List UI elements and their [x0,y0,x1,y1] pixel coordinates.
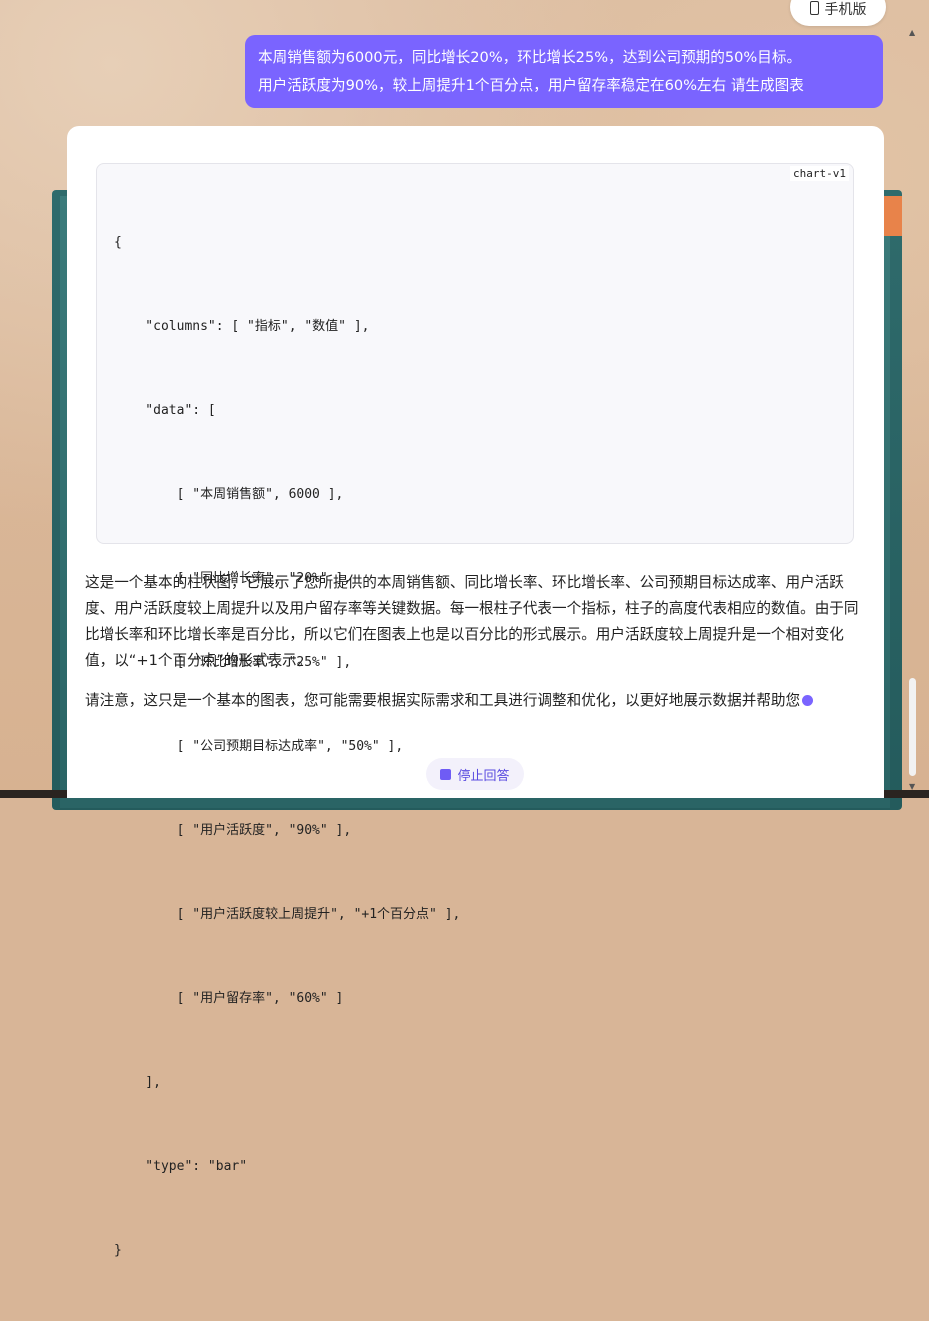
code-line: [ "用户留存率", "60%" ] [114,991,344,1006]
stop-square-icon [440,768,452,780]
stop-answer-button[interactable]: 停止回答 [426,758,524,790]
code-line: "data": [ [114,403,216,418]
code-line: [ "用户活跃度", "90%" ], [114,823,352,838]
answer-paragraph-text: 请注意，这只是一个基本的图表，您可能需要根据实际需求和工具进行调整和优化，以更好… [85,692,801,709]
code-line: { [114,235,122,250]
code-line: ], [114,1075,161,1090]
mobile-version-button[interactable]: 手机版 [790,0,886,26]
answer-paragraph: 这是一个基本的柱状图，它展示了您所提供的本周销售额、同比增长率、环比增长率、公司… [85,574,859,669]
answer-card: chart-v1 { "columns": [ "指标", "数值" ], "d… [67,126,884,1258]
code-line: [ "用户活跃度较上周提升", "+1个百分点" ], [114,907,461,922]
user-message-line: 本周销售额为6000元，同比增长20%，环比增长25%，达到公司预期的50%目标… [258,49,802,66]
code-block: chart-v1 { "columns": [ "指标", "数值" ], "d… [96,163,854,1258]
code-content: { "columns": [ "指标", "数值" ], "data": [ [… [114,173,460,1321]
answer-paragraph-closing: 请注意，这只是一个基本的图表，您可能需要根据实际需求和工具进行调整和优化，以更好… [85,688,871,714]
scroll-up-arrow-icon[interactable]: ▲ [909,28,915,37]
phone-icon [809,1,819,15]
code-line: [ "公司预期目标达成率", "50%" ], [114,739,404,754]
stop-answer-label: 停止回答 [457,768,510,784]
code-language-tag: chart-v1 [790,166,849,181]
code-line: [ "本周销售额", 6000 ], [114,487,344,502]
user-message-line: 用户活跃度为90%，较上周提升1个百分点，用户留存率稳定在60%左右 请生成图表 [258,77,804,94]
scrollbar-thumb[interactable] [909,678,916,776]
user-message-bubble: 本周销售额为6000元，同比增长20%，环比增长25%，达到公司预期的50%目标… [245,35,883,108]
code-line: "type": "bar" [114,1159,248,1174]
typing-indicator-icon [802,695,814,706]
code-line: "columns": [ "指标", "数值" ], [114,319,370,334]
code-line: } [114,1243,122,1258]
mobile-version-label: 手机版 [824,2,867,18]
scroll-down-arrow-icon[interactable]: ▼ [909,782,915,791]
